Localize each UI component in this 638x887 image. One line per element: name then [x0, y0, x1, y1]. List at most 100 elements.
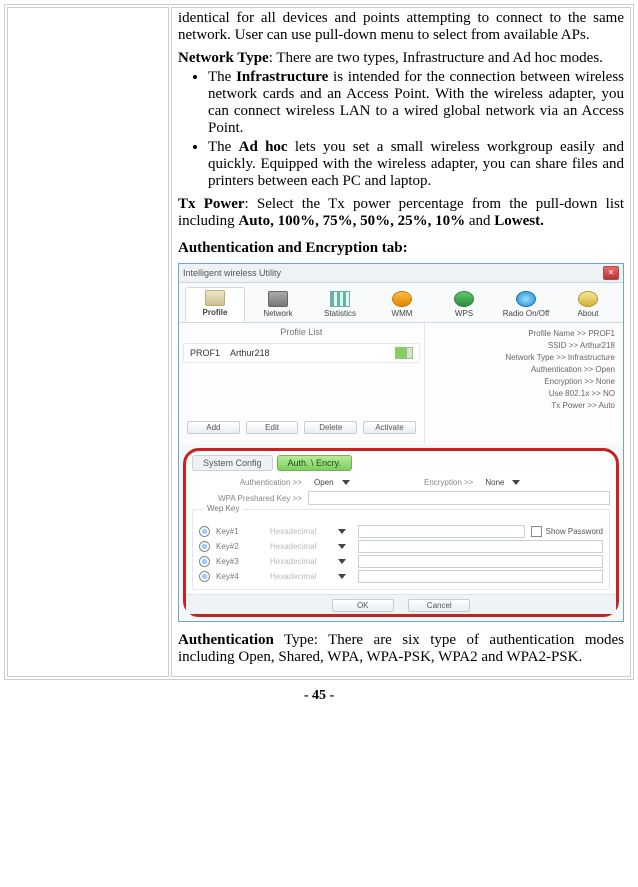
auth-fields: Authentication >> Open Encryption >> Non…: [192, 477, 610, 590]
profile-name: PROF1: [190, 348, 220, 358]
network-type-text: : There are two types, Infrastructure an…: [269, 50, 603, 66]
wep-key3-label: Key#3: [216, 557, 258, 566]
layout-table: identical for all devices and points att…: [4, 4, 634, 680]
utility-body: Profile List PROF1 Arthur218 Add Edit De…: [179, 323, 623, 444]
subtab-system-config[interactable]: System Config: [192, 455, 273, 471]
authentication-select[interactable]: Open: [308, 477, 356, 488]
main-tabs: Profile Network Statistics WMM: [179, 283, 623, 323]
wep-key3-input[interactable]: [358, 555, 603, 568]
auth-encryption-panel: System Config Auth. \ Encry. Authenticat…: [183, 448, 619, 617]
info-tx-power: Tx Power >> Auto: [433, 401, 615, 410]
wep-row-4: Key#4 Hexadecimal: [199, 570, 603, 583]
subtab-auth-encry[interactable]: Auth. \ Encry.: [277, 455, 352, 471]
profile-ssid: Arthur218: [230, 348, 270, 358]
network-icon: [268, 291, 288, 307]
window-titlebar: Intelligent wireless Utility ✕: [179, 264, 623, 283]
authentication-value: Open: [314, 478, 334, 487]
wep-key4-input[interactable]: [358, 570, 603, 583]
wep-key2-label: Key#2: [216, 542, 258, 551]
psk-label: WPA Preshared Key >>: [192, 494, 302, 503]
close-icon[interactable]: ✕: [603, 266, 619, 280]
tab-radio[interactable]: Radio On/Off: [497, 289, 555, 322]
ok-button[interactable]: OK: [332, 599, 394, 612]
page: identical for all devices and points att…: [0, 0, 638, 704]
wep-key4-label: Key#4: [216, 572, 258, 581]
wep-key2-radio[interactable]: [199, 541, 210, 552]
wep-key4-radio[interactable]: [199, 571, 210, 582]
encryption-label: Encryption >>: [403, 478, 473, 487]
chevron-down-icon: [338, 574, 346, 579]
wep-key1-radio[interactable]: [199, 526, 210, 537]
delete-button[interactable]: Delete: [304, 421, 357, 434]
tab-network[interactable]: Network: [249, 289, 307, 322]
auth-line-psk: WPA Preshared Key >>: [192, 491, 610, 505]
wep-key2-format-select[interactable]: Hexadecimal: [264, 541, 352, 552]
info-encryption: Encryption >> None: [433, 377, 615, 386]
window-title: Intelligent wireless Utility: [183, 268, 281, 278]
psk-input[interactable]: [308, 491, 610, 505]
chevron-down-icon: [338, 544, 346, 549]
tab-wmm[interactable]: WMM: [373, 289, 431, 322]
wireless-utility-screenshot: Intelligent wireless Utility ✕ Profile N…: [178, 263, 624, 622]
auth-label: Authentication >>: [192, 478, 302, 487]
authentication-paragraph: Authentication Type: There are six type …: [178, 632, 624, 666]
add-button[interactable]: Add: [187, 421, 240, 434]
info-authentication: Authentication >> Open: [433, 365, 615, 374]
wep-key-group: Wep Key Key#1 Hexadecimal: [192, 509, 610, 590]
wep-key3-format-select[interactable]: Hexadecimal: [264, 556, 352, 567]
bullet-infrastructure: The Infrastructure is intended for the c…: [208, 69, 624, 137]
tab-statistics[interactable]: Statistics: [311, 289, 369, 322]
encryption-select[interactable]: None: [479, 477, 526, 488]
info-network-type: Network Type >> Infrastructure: [433, 353, 615, 362]
wep-key1-input[interactable]: [358, 525, 525, 538]
info-8021x: Use 802.1x >> NO: [433, 389, 615, 398]
encryption-value: None: [485, 478, 504, 487]
bullet-adhoc: The Ad hoc lets you set a small wireless…: [208, 139, 624, 190]
wep-row-3: Key#3 Hexadecimal: [199, 555, 603, 568]
profile-icon: [205, 290, 225, 306]
wep-key4-format-select[interactable]: Hexadecimal: [264, 571, 352, 582]
page-number: - 45 -: [4, 688, 634, 704]
show-password-checkbox[interactable]: Show Password: [531, 526, 603, 537]
wep-key1-format-select[interactable]: Hexadecimal: [264, 526, 352, 537]
chevron-down-icon: [512, 480, 520, 485]
wep-key2-input[interactable]: [358, 540, 603, 553]
tab-wps[interactable]: WPS: [435, 289, 493, 322]
wep-key-title: Wep Key: [203, 504, 243, 513]
wmm-icon: [392, 291, 412, 307]
checkbox-icon: [531, 526, 542, 537]
info-profile-name: Profile Name >> PROF1: [433, 329, 615, 338]
auth-line-authentication: Authentication >> Open Encryption >> Non…: [192, 477, 610, 488]
sub-tabs: System Config Auth. \ Encry.: [192, 455, 610, 471]
profile-list-row[interactable]: PROF1 Arthur218: [183, 343, 420, 363]
profile-list-header: Profile List: [183, 327, 420, 337]
right-column: identical for all devices and points att…: [171, 7, 631, 677]
profile-info-panel: Profile Name >> PROF1 SSID >> Arthur218 …: [425, 323, 623, 444]
wep-key1-label: Key#1: [216, 527, 258, 536]
network-type-label: Network Type: [178, 50, 269, 66]
wep-row-1: Key#1 Hexadecimal Show Password: [199, 525, 603, 538]
wep-row-2: Key#2 Hexadecimal: [199, 540, 603, 553]
wep-key3-radio[interactable]: [199, 556, 210, 567]
activate-button[interactable]: Activate: [363, 421, 416, 434]
auth-tab-heading: Authentication and Encryption tab:: [178, 240, 624, 257]
tab-profile[interactable]: Profile: [185, 287, 245, 322]
network-type-bullets: The Infrastructure is intended for the c…: [178, 69, 624, 190]
chevron-down-icon: [342, 480, 350, 485]
left-column: [7, 7, 169, 677]
radio-icon: [516, 291, 536, 307]
wps-icon: [454, 291, 474, 307]
signal-icon: [395, 347, 413, 359]
chevron-down-icon: [338, 559, 346, 564]
tx-power-paragraph: Tx Power: Select the Tx power percentage…: [178, 196, 624, 230]
statistics-icon: [330, 291, 350, 307]
info-ssid: SSID >> Arthur218: [433, 341, 615, 350]
intro-paragraph: identical for all devices and points att…: [178, 10, 624, 44]
edit-button[interactable]: Edit: [246, 421, 299, 434]
about-icon: [578, 291, 598, 307]
cancel-button[interactable]: Cancel: [408, 599, 470, 612]
chevron-down-icon: [338, 529, 346, 534]
profile-buttons: Add Edit Delete Activate: [183, 415, 420, 438]
profile-list-area: Profile List PROF1 Arthur218 Add Edit De…: [179, 323, 425, 444]
tab-about[interactable]: About: [559, 289, 617, 322]
